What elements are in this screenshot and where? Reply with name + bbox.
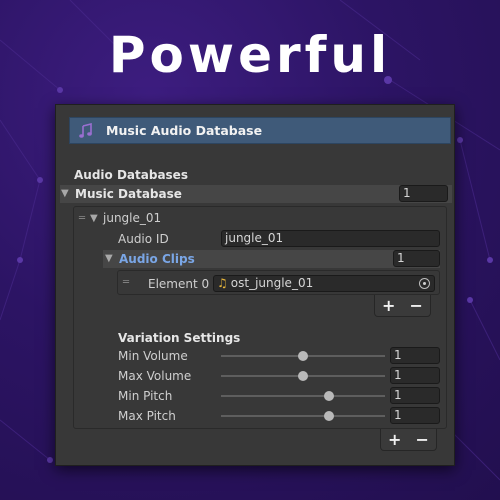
min-pitch-slider[interactable] [221,395,385,397]
audio-clips-size-field[interactable]: 1 [393,250,440,267]
window-header: Music Audio Database [69,117,451,144]
max-volume-label: Max Volume [118,369,192,383]
drag-handle-icon[interactable]: ═ [79,213,85,224]
max-volume-field[interactable]: 1 [390,367,440,384]
audio-databases-label: Audio Databases [74,168,188,182]
drag-handle-icon[interactable]: ═ [123,277,129,288]
min-pitch-label: Min Pitch [118,389,173,403]
audio-clips-label: Audio Clips [119,252,195,266]
audio-clips-add-remove: + − [374,295,431,317]
headline: Powerful [108,26,392,84]
audio-id-label: Audio ID [118,232,169,246]
entry-name-label: jungle_01 [103,211,162,225]
element-0-label: Element 0 [148,277,210,291]
object-picker-icon[interactable] [419,278,430,289]
music-audio-database-window: Music Audio Database Audio Databases ▼ M… [55,104,455,466]
remove-entry-button[interactable]: − [412,430,432,449]
min-volume-field[interactable]: 1 [390,347,440,364]
min-pitch-field[interactable]: 1 [390,387,440,404]
max-pitch-slider[interactable] [221,415,385,417]
music-note-icon [79,122,92,138]
audio-id-field[interactable]: jungle_01 [221,230,440,247]
min-volume-label: Min Volume [118,349,188,363]
max-pitch-slider-knob[interactable] [324,411,334,421]
audio-clip-field[interactable]: ♫ ost_jungle_01 [213,275,435,292]
audio-clip-name: ost_jungle_01 [230,276,314,290]
music-database-label: Music Database [75,187,182,201]
min-pitch-slider-knob[interactable] [324,391,334,401]
window-title: Music Audio Database [106,123,263,138]
foldout-arrow-icon[interactable]: ▼ [61,188,69,199]
max-volume-slider-knob[interactable] [298,371,308,381]
database-add-remove: + − [380,429,437,451]
audio-clip-icon: ♫ [217,276,228,290]
foldout-arrow-icon[interactable]: ▼ [105,253,113,264]
foldout-arrow-icon[interactable]: ▼ [90,213,98,224]
add-entry-button[interactable]: + [385,430,405,449]
max-pitch-field[interactable]: 1 [390,407,440,424]
variation-settings-label: Variation Settings [118,331,241,345]
max-pitch-label: Max Pitch [118,409,176,423]
remove-clip-button[interactable]: − [406,296,426,315]
min-volume-slider-knob[interactable] [298,351,308,361]
music-database-size-field[interactable]: 1 [399,185,448,202]
add-clip-button[interactable]: + [379,296,399,315]
